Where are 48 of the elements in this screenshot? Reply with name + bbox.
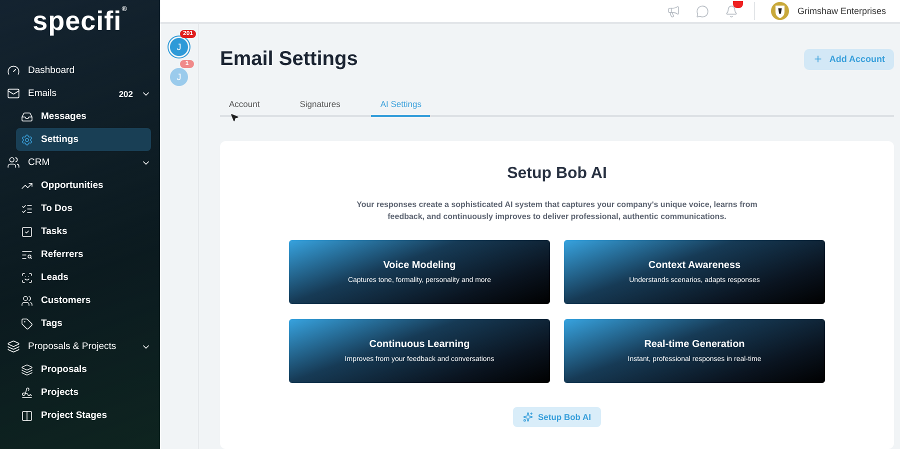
megaphone-icon[interactable]	[667, 4, 680, 18]
people-icon	[7, 156, 20, 169]
people-icon	[21, 294, 33, 306]
sidebar-item[interactable]: Tags	[16, 312, 151, 335]
sidebar-item[interactable]: Project Stages	[16, 404, 151, 427]
feature-title: Real-time Generation	[644, 339, 745, 350]
feature-title: Context Awareness	[648, 260, 741, 271]
email-count: 202	[118, 88, 133, 98]
plus-icon	[813, 54, 824, 64]
sidebar-item[interactable]: Opportunities	[16, 174, 151, 197]
page-title: Email Settings	[220, 48, 358, 70]
mail-icon	[7, 87, 20, 100]
sparkle-icon	[522, 412, 533, 422]
company-name[interactable]: Grimshaw Enterprises	[797, 6, 886, 16]
sidebar-item[interactable]: Referrers	[16, 243, 151, 266]
sidebar-item[interactable]: Emails 202	[7, 82, 151, 105]
layers-icon	[21, 364, 33, 376]
chat-icon[interactable]	[696, 4, 710, 18]
checkbox-icon	[21, 226, 33, 238]
feature-title: Continuous Learning	[369, 339, 470, 350]
signature-icon	[21, 386, 33, 398]
layers-icon	[7, 340, 20, 353]
sidebar-item[interactable]: Proposals	[16, 358, 151, 381]
tag-icon	[21, 318, 33, 330]
sidebar-item[interactable]: Settings	[16, 128, 151, 151]
face-scan-icon	[21, 272, 33, 284]
sidebar-item[interactable]: Customers	[16, 289, 151, 312]
sidebar-item[interactable]: CRM	[7, 151, 151, 174]
sidebar-item[interactable]: Leads	[16, 266, 151, 289]
sidebar-item[interactable]: Tasks	[16, 220, 151, 243]
gear-icon	[21, 134, 33, 146]
tab[interactable]: Account	[220, 99, 269, 117]
sidebar-item[interactable]: To Dos	[16, 197, 151, 220]
columns-icon	[21, 410, 33, 422]
gauge-icon	[7, 64, 20, 77]
setup-title: Setup Bob AI	[507, 165, 607, 183]
sidebar-item[interactable]: Dashboard	[7, 59, 151, 82]
feature-title: Voice Modeling	[383, 260, 456, 271]
inbox-icon	[21, 110, 33, 122]
setup-description: Your responses create a sophisticated AI system that captures your company's unique voice, learns from feedback, and continuously improves to deliver professional, authentic communications.	[356, 199, 758, 223]
bell-icon[interactable]	[725, 4, 738, 18]
sidebar-item[interactable]: Proposals & Projects	[7, 335, 151, 358]
mouse-pointer-icon	[230, 113, 239, 122]
checklist-icon	[21, 202, 33, 214]
sidebar-item[interactable]: Messages	[16, 105, 151, 128]
search-list-icon	[21, 248, 33, 260]
sidebar-item[interactable]: Projects	[16, 381, 151, 404]
tab[interactable]: Signatures	[290, 99, 350, 117]
